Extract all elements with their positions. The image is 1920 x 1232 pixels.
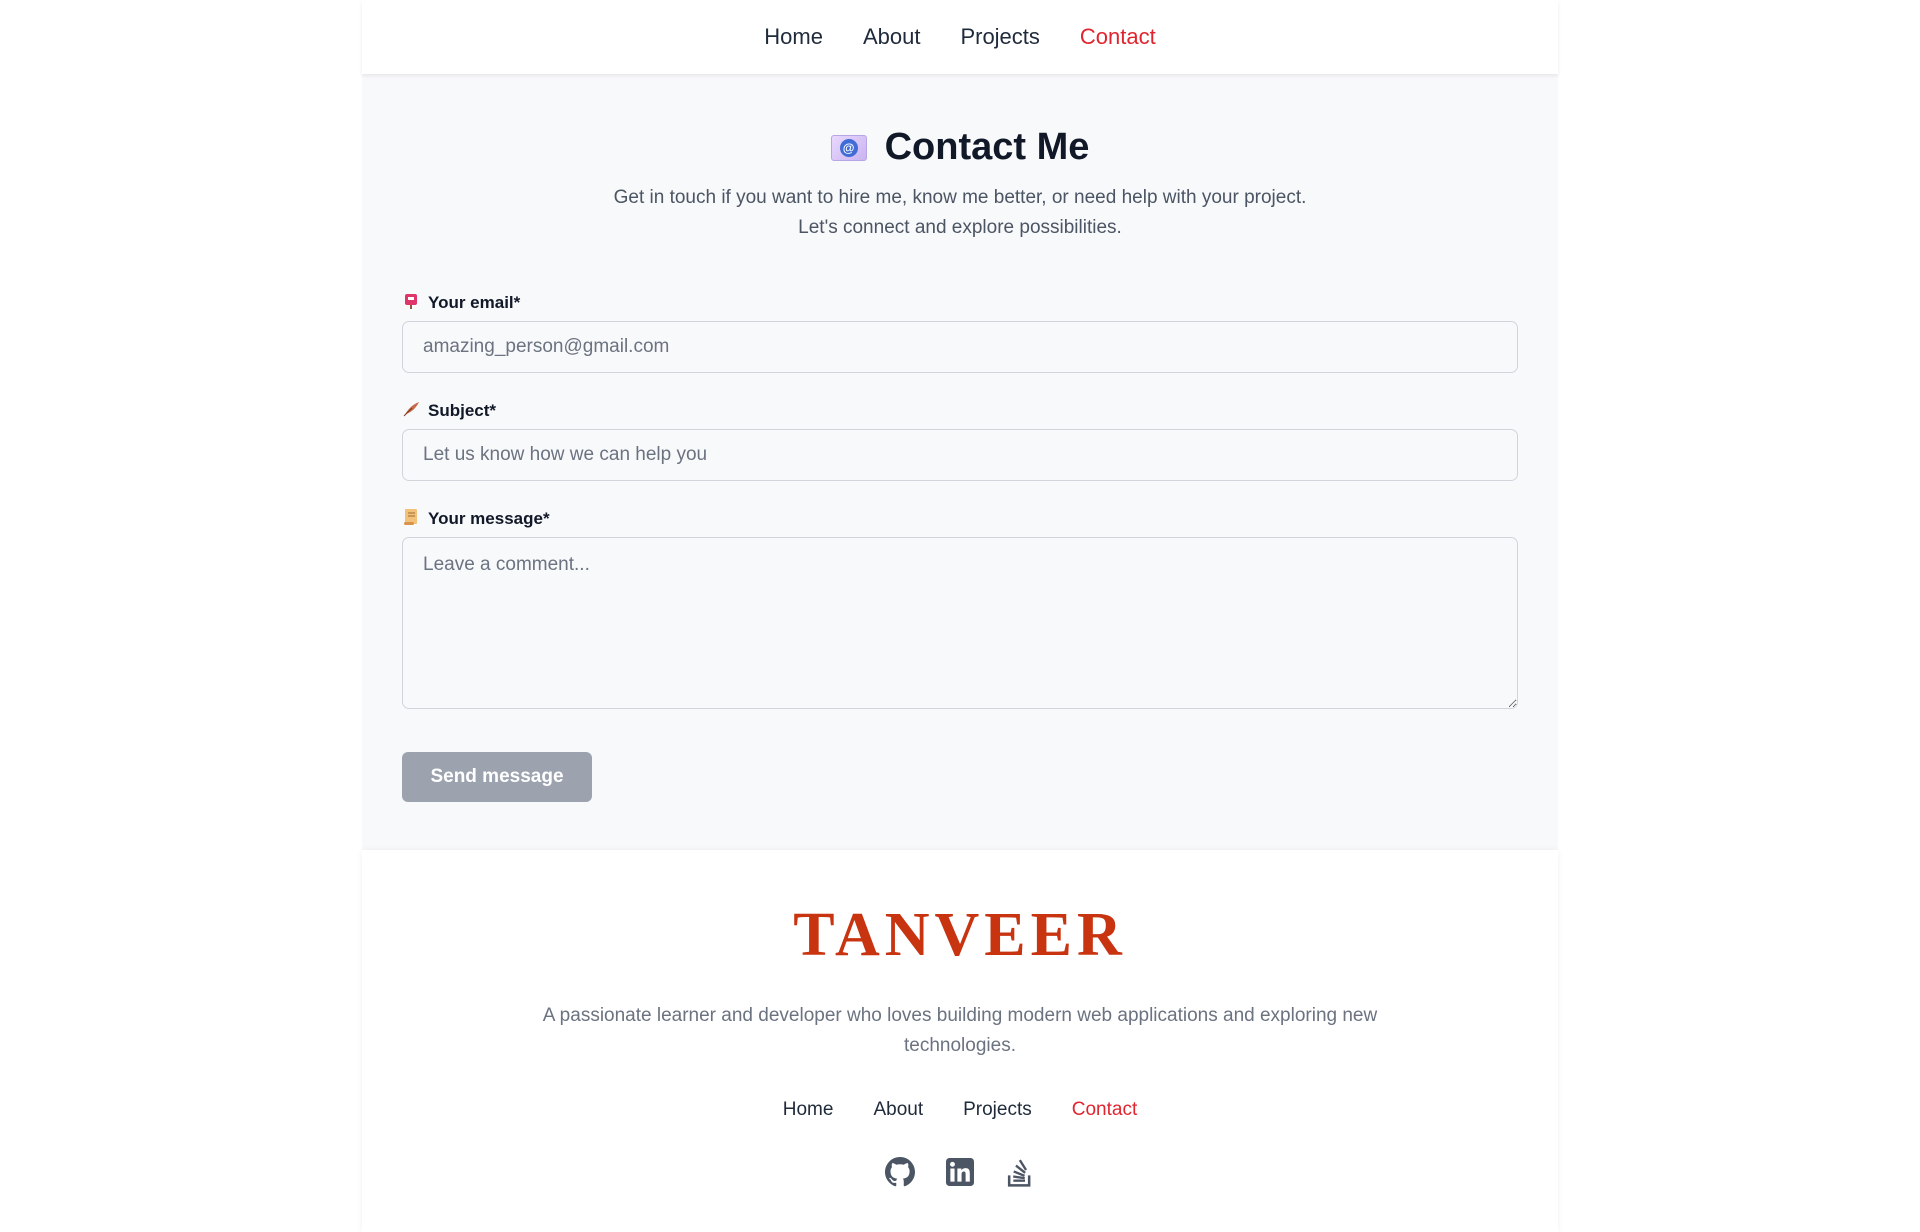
feather-icon (402, 401, 420, 422)
email-field[interactable] (402, 321, 1518, 373)
stackoverflow-icon[interactable] (1005, 1157, 1035, 1187)
send-message-button[interactable]: Send message (402, 752, 592, 802)
footer-nav-home[interactable]: Home (783, 1099, 834, 1121)
subject-label-row: Subject* (402, 401, 1518, 421)
nav-about[interactable]: About (863, 24, 921, 50)
github-icon[interactable] (885, 1157, 915, 1187)
email-field-group: Your email* (402, 293, 1518, 373)
nav-projects[interactable]: Projects (960, 24, 1039, 50)
intro-line-1: Get in touch if you want to hire me, kno… (613, 187, 1307, 208)
subject-field-group: Subject* (402, 401, 1518, 481)
footer-tagline: A passionate learner and developer who l… (542, 1005, 1378, 1056)
social-links (362, 1157, 1558, 1187)
message-label-row: Your message* (402, 508, 1518, 531)
page: Home About Projects Contact @ Contact Me… (362, 0, 1558, 1232)
contact-heading: @ Contact Me (402, 126, 1518, 169)
footer: TANVEER A passionate learner and develop… (362, 850, 1558, 1232)
footer-nav-contact[interactable]: Contact (1072, 1099, 1137, 1121)
top-navigation: Home About Projects Contact (362, 0, 1558, 74)
footer-nav-projects[interactable]: Projects (963, 1099, 1032, 1121)
nav-home[interactable]: Home (764, 24, 823, 50)
contact-intro: Get in touch if you want to hire me, kno… (402, 183, 1518, 243)
subject-field[interactable] (402, 429, 1518, 481)
page-title: Contact Me (884, 126, 1090, 168)
mailbox-icon (402, 293, 420, 314)
scroll-icon (402, 508, 420, 531)
nav-contact[interactable]: Contact (1080, 24, 1156, 50)
message-label: Your message* (428, 509, 550, 528)
footer-nav-about[interactable]: About (873, 1099, 923, 1121)
email-label-row: Your email* (402, 293, 1518, 313)
footer-brand: TANVEER (793, 901, 1127, 969)
subject-label: Subject* (428, 401, 497, 420)
contact-section: @ Contact Me Get in touch if you want to… (362, 74, 1558, 850)
footer-navigation: Home About Projects Contact (362, 1099, 1558, 1121)
linkedin-icon[interactable] (945, 1157, 975, 1187)
message-field[interactable] (402, 537, 1518, 709)
contact-form: Your email* Subject* (402, 293, 1518, 802)
email-label: Your email* (428, 293, 521, 312)
intro-line-2: Let's connect and explore possibilities. (798, 217, 1122, 238)
message-field-group: Your message* (402, 508, 1518, 714)
email-icon: @ (830, 134, 867, 161)
